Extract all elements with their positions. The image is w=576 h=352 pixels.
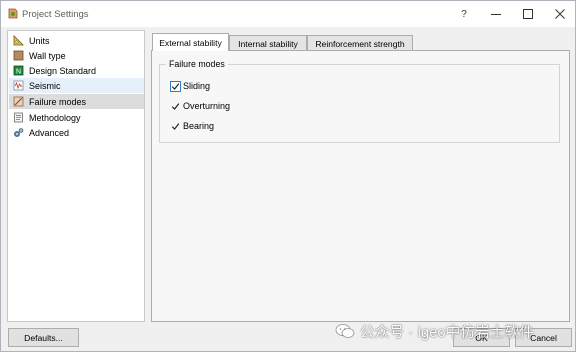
- seismic-icon: [13, 80, 24, 91]
- tab-internal-stability[interactable]: Internal stability: [229, 35, 307, 51]
- nav-label: Units: [29, 35, 50, 46]
- tab-external-stability[interactable]: External stability: [152, 33, 229, 51]
- nav-item-units[interactable]: Units: [9, 33, 144, 48]
- tab-reinforcement-strength[interactable]: Reinforcement strength: [307, 35, 413, 51]
- nav-label: Methodology: [29, 112, 81, 123]
- nav-label: Advanced: [29, 127, 70, 138]
- overturning-label: Overturning: [183, 101, 231, 111]
- nav-label: Seismic: [29, 80, 61, 91]
- wechat-icon: [335, 324, 355, 338]
- sliding-label: Sliding: [183, 81, 211, 91]
- sliding-checkbox-row[interactable]: Sliding: [170, 80, 210, 92]
- nav-label: Wall type: [29, 50, 66, 61]
- methodology-icon: [14, 112, 23, 123]
- checkmark-icon: [171, 82, 180, 90]
- title-bar: Project Settings ?: [1, 1, 575, 27]
- nav-item-design-standard[interactable]: N Design Standard: [9, 63, 144, 78]
- maximize-button[interactable]: [511, 3, 545, 25]
- help-label: ?: [461, 8, 467, 20]
- tab-label: Internal stability: [238, 38, 298, 49]
- nav-item-failure-modes[interactable]: Failure modes: [9, 94, 144, 109]
- help-button[interactable]: ?: [447, 3, 481, 25]
- sliding-checkbox[interactable]: [170, 80, 181, 92]
- nav-item-seismic[interactable]: Seismic: [9, 78, 144, 93]
- minimize-icon: [491, 14, 501, 15]
- watermark-text: 公众号 · igeo中仿岩土软件: [360, 324, 534, 341]
- project-settings-dialog: Project Settings ? Units Wall type N Des…: [0, 0, 576, 352]
- tab-label: External stability: [159, 37, 222, 48]
- nav-item-advanced[interactable]: Advanced: [9, 125, 144, 140]
- ruler-triangle-icon: [13, 35, 24, 46]
- cancel-label: Cancel: [530, 332, 557, 343]
- settings-nav: Units Wall type N Design Standard Seismi…: [7, 30, 145, 322]
- tab-label: Reinforcement strength: [315, 38, 405, 49]
- nav-label: Design Standard: [29, 65, 97, 76]
- nav-item-wall-type[interactable]: Wall type: [9, 48, 144, 63]
- window-title: Project Settings: [22, 9, 89, 20]
- bearing-checkbox-row[interactable]: Bearing: [170, 120, 214, 132]
- overturning-checkbox[interactable]: [170, 101, 181, 112]
- app-icon: [8, 8, 18, 19]
- maximize-icon: [523, 9, 533, 19]
- bearing-checkbox[interactable]: [170, 121, 181, 132]
- nav-label: Failure modes: [29, 96, 87, 107]
- overturning-checkbox-row[interactable]: Overturning: [170, 100, 230, 112]
- gears-icon: [14, 128, 24, 137]
- defaults-button[interactable]: Defaults...: [8, 328, 79, 347]
- standard-book-icon: N: [13, 65, 24, 76]
- checkmark-icon: [171, 102, 180, 110]
- failure-mode-icon: [13, 96, 24, 107]
- checkmark-icon: [171, 122, 180, 130]
- defaults-label: Defaults...: [24, 332, 63, 343]
- minimize-button[interactable]: [479, 3, 513, 25]
- svg-text:N: N: [16, 69, 21, 76]
- group-title: Failure modes: [166, 59, 228, 69]
- close-button[interactable]: [543, 3, 576, 25]
- bearing-label: Bearing: [183, 121, 215, 131]
- watermark: 公众号 · igeo中仿岩土软件: [335, 321, 534, 341]
- wall-icon: [13, 50, 24, 61]
- nav-item-methodology[interactable]: Methodology: [9, 110, 144, 125]
- close-icon: [555, 9, 565, 19]
